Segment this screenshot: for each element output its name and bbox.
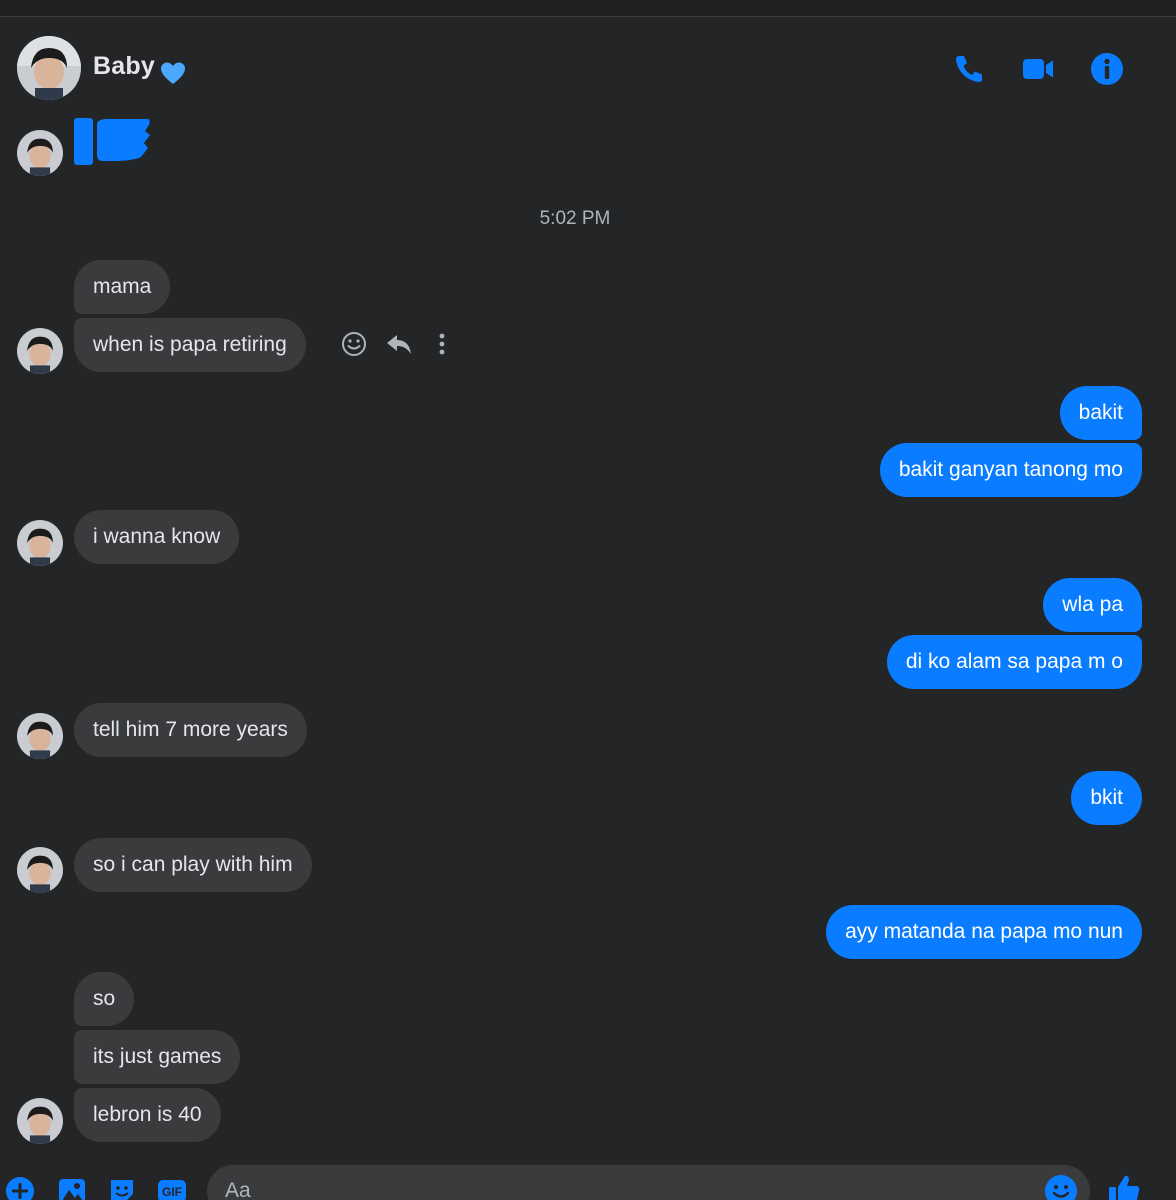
incoming-message[interactable]: so xyxy=(74,972,135,1026)
plus-icon[interactable] xyxy=(5,1176,35,1200)
incoming-message[interactable]: i wanna know xyxy=(74,510,240,564)
info-icon[interactable] xyxy=(1089,51,1125,87)
sticker-icon[interactable] xyxy=(107,1176,137,1200)
smiley-icon[interactable] xyxy=(339,329,369,359)
emoji-icon[interactable] xyxy=(1044,1174,1078,1200)
contact-avatar[interactable] xyxy=(17,520,63,566)
contact-avatar[interactable] xyxy=(17,328,63,374)
gif-icon[interactable]: GIF xyxy=(157,1176,187,1200)
message-timestamp: 5:02 PM xyxy=(539,208,611,229)
phone-icon[interactable] xyxy=(951,51,987,87)
message-input[interactable] xyxy=(207,1165,1090,1200)
outgoing-message[interactable]: wla pa xyxy=(1043,578,1142,632)
outgoing-message[interactable]: bakit xyxy=(1059,386,1142,440)
incoming-message[interactable]: tell him 7 more years xyxy=(74,703,307,757)
top-bar xyxy=(0,0,1176,17)
messenger-chat-window: Baby 5:02 PM mama when is papa retiring … xyxy=(0,0,1176,1200)
outgoing-message[interactable]: bakit ganyan tanong mo xyxy=(879,443,1142,497)
contact-avatar[interactable] xyxy=(17,847,63,893)
video-camera-icon[interactable] xyxy=(1020,51,1056,87)
svg-text:GIF: GIF xyxy=(162,1185,182,1199)
contact-avatar[interactable] xyxy=(17,713,63,759)
contact-name[interactable]: Baby xyxy=(93,52,155,81)
contact-avatar[interactable] xyxy=(17,130,63,176)
incoming-message[interactable]: lebron is 40 xyxy=(74,1088,221,1142)
outgoing-message[interactable]: di ko alam sa papa m o xyxy=(886,635,1142,689)
contact-avatar[interactable] xyxy=(17,36,81,100)
incoming-message[interactable]: when is papa retiring xyxy=(74,318,306,372)
contact-avatar[interactable] xyxy=(17,1098,63,1144)
thumbs-up-icon[interactable] xyxy=(1106,1172,1142,1200)
outgoing-message[interactable]: bkit xyxy=(1071,771,1142,825)
outgoing-message[interactable]: ayy matanda na papa mo nun xyxy=(826,905,1142,959)
reply-icon[interactable] xyxy=(384,329,414,359)
blue-heart-icon xyxy=(161,62,185,84)
incoming-message[interactable]: so i can play with him xyxy=(74,838,312,892)
sticker-image[interactable] xyxy=(73,117,153,167)
more-icon[interactable] xyxy=(427,329,457,359)
incoming-message[interactable]: its just games xyxy=(74,1030,241,1084)
chat-header: Baby xyxy=(0,17,1176,117)
image-icon[interactable] xyxy=(57,1176,87,1200)
incoming-message[interactable]: mama xyxy=(74,260,171,314)
